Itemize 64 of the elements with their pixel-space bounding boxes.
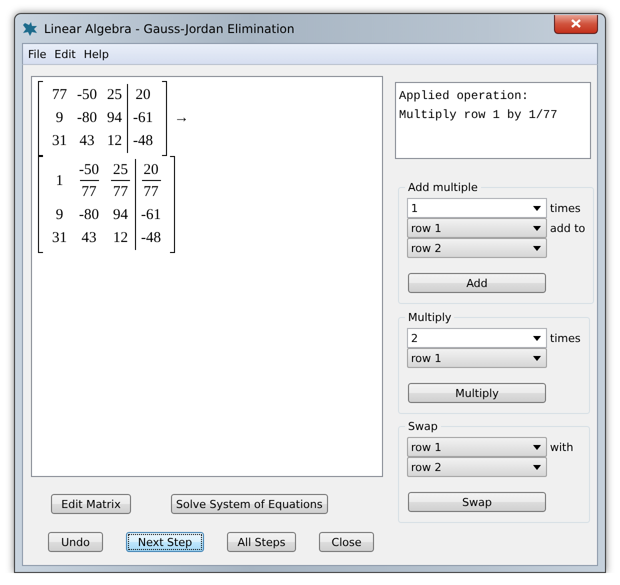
field-label: with — [550, 440, 574, 454]
row-dropdown[interactable]: row 1 — [407, 437, 547, 457]
close-icon — [571, 19, 581, 28]
matrix-entry: 94 — [106, 109, 123, 128]
caret-icon — [533, 356, 541, 360]
push-button[interactable]: Solve System of Equations — [171, 494, 328, 514]
matrix-entry: -50 — [76, 86, 98, 105]
action-button[interactable]: Swap — [408, 492, 546, 512]
row-dropdown[interactable]: row 1 — [407, 218, 547, 238]
app-icon — [22, 20, 38, 36]
matrix-entry: 43 — [80, 229, 98, 248]
fraction: 25 77 — [110, 161, 131, 204]
matrix-entry: -80 — [78, 206, 100, 225]
field-label: add to — [550, 222, 586, 234]
push-button[interactable]: Undo — [48, 532, 103, 552]
group-title: Swap — [407, 420, 439, 433]
push-button[interactable]: Next Step — [126, 532, 204, 552]
close-button[interactable] — [554, 14, 598, 34]
fraction: 20 77 — [140, 161, 162, 204]
row-dropdown[interactable]: row 2 — [407, 457, 547, 477]
menu-item[interactable]: File — [25, 48, 50, 60]
field-label: times — [550, 202, 581, 214]
row-dropdown[interactable]: row 2 — [407, 238, 547, 258]
fraction: -50 77 — [78, 161, 100, 204]
caret-icon — [533, 444, 541, 450]
group-title: Add multiple — [407, 181, 479, 194]
matrix-entry: 25 — [106, 86, 123, 105]
action-button[interactable]: Multiply — [408, 383, 546, 403]
matrix-entry: 77 — [51, 86, 68, 105]
menu-item[interactable]: Help — [80, 48, 112, 60]
caret-icon — [533, 226, 541, 230]
matrix-entry: 9 — [54, 109, 64, 128]
caret-icon — [533, 246, 541, 250]
row-dropdown[interactable]: row 1 — [407, 348, 547, 368]
matrix-entry: -48 — [140, 229, 162, 248]
matrix-entry: -48 — [132, 132, 154, 151]
field-label: times — [550, 332, 581, 344]
number-combo[interactable]: 2 — [407, 328, 547, 348]
matrix-entry: 31 — [51, 132, 68, 151]
number-combo[interactable]: 1 — [407, 198, 547, 218]
matrix-entry: 9 — [54, 206, 64, 225]
caret-icon — [533, 336, 541, 340]
matrix-entry: -61 — [132, 109, 154, 128]
push-button[interactable]: Edit Matrix — [51, 494, 131, 514]
matrix-entry: 43 — [78, 132, 96, 151]
matrix-entry: 20 — [134, 86, 152, 105]
caret-icon — [533, 206, 541, 210]
push-button[interactable]: Close — [319, 532, 374, 552]
push-button[interactable]: All Steps — [227, 532, 296, 552]
log-line: Applied operation: — [399, 88, 530, 105]
matrix-entry: 31 — [51, 229, 68, 248]
matrix-entry: 12 — [112, 229, 129, 248]
arrow-symbol: → — [174, 110, 189, 127]
caret-icon — [533, 464, 541, 470]
group-title: Multiply — [407, 311, 452, 324]
action-button[interactable]: Add — [408, 273, 546, 293]
log-line: Multiply row 1 by 1/77 — [399, 107, 558, 124]
matrix-entry: 12 — [106, 132, 123, 151]
matrix-entry: -61 — [140, 206, 162, 225]
matrix-entry: 1 — [54, 172, 64, 191]
matrix-entry: 94 — [112, 206, 129, 225]
menu-item[interactable]: Edit — [51, 48, 79, 60]
window-title: Linear Algebra - Gauss-Jordan Elimination — [44, 22, 294, 36]
matrix-entry: -80 — [76, 109, 98, 128]
